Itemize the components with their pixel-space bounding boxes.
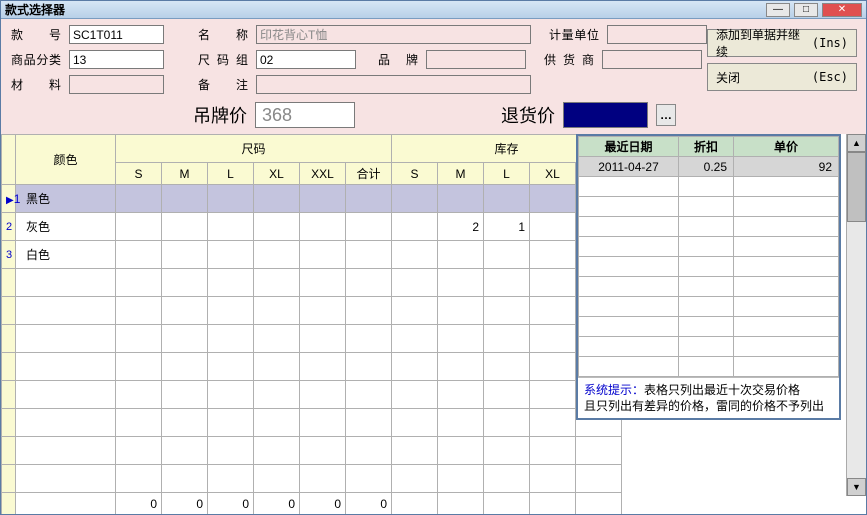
label-unit: 计量单位 <box>549 26 599 43</box>
col-color: 颜色 <box>16 135 116 185</box>
unit-input <box>607 25 707 44</box>
totals-row: 0 0 0 0 0 0 <box>2 493 622 515</box>
close-button[interactable]: 关闭 (Esc) <box>707 63 857 91</box>
col-size: 尺码 <box>116 135 392 163</box>
label-brand: 品 牌 <box>378 51 418 68</box>
tagprice-input: 368 <box>255 102 355 128</box>
close-icon[interactable]: ✕ <box>822 3 862 17</box>
add-button-label: 添加到单据并继续 <box>716 26 812 60</box>
price-history-panel: 最近日期 折扣 单价 2011-04-27 0.25 92 <box>576 134 841 420</box>
label-sizegroup: 尺码组 <box>198 51 248 68</box>
returnprice-input[interactable] <box>563 102 648 128</box>
add-button-shortcut: (Ins) <box>812 36 848 50</box>
scroll-thumb[interactable] <box>847 152 866 222</box>
col-price: 单价 <box>734 137 839 157</box>
label-tagprice: 吊牌价 <box>193 102 247 128</box>
name-input: 印花背心T恤 <box>256 25 531 44</box>
table-row[interactable]: 3 白色 <box>2 241 622 269</box>
col-disc: 折扣 <box>679 137 734 157</box>
sizegroup-input[interactable]: 02 <box>256 50 356 69</box>
label-returnprice: 退货价 <box>501 102 555 128</box>
label-name: 名 称 <box>198 26 248 43</box>
minimize-icon[interactable]: — <box>766 3 790 17</box>
remark-input <box>256 75 531 94</box>
scroll-down-icon[interactable]: ▼ <box>847 478 866 496</box>
label-material: 材 料 <box>11 76 61 93</box>
price-row[interactable]: 2011-04-27 0.25 92 <box>579 157 839 177</box>
brand-input <box>426 50 526 69</box>
category-input[interactable]: 13 <box>69 50 164 69</box>
label-category: 商品分类 <box>11 51 61 68</box>
close-button-shortcut: (Esc) <box>812 70 848 84</box>
code-input[interactable]: SC1T011 <box>69 25 164 44</box>
titlebar: 款式选择器 — □ ✕ <box>1 1 866 19</box>
main-grid[interactable]: 颜色 尺码 库存 S M L XL XXL 合计 S M L XL XXL <box>1 134 576 514</box>
material-input <box>69 75 164 94</box>
label-code: 款 号 <box>11 26 61 43</box>
system-tip: 系统提示：表格只列出最近十次交易价格 且只列出有差异的价格，雷同的价格不予列出 <box>578 377 839 418</box>
returnprice-lookup-button[interactable]: … <box>656 104 676 126</box>
supplier-input <box>602 50 702 69</box>
label-remark: 备 注 <box>198 76 248 93</box>
form-area: 款 号 SC1T011 名 称 印花背心T恤 计量单位 商品分类 13 尺码组 … <box>1 19 866 134</box>
scroll-up-icon[interactable]: ▲ <box>847 134 866 152</box>
add-button[interactable]: 添加到单据并继续 (Ins) <box>707 29 857 57</box>
vertical-scrollbar[interactable]: ▲ ▼ <box>846 134 866 496</box>
close-button-label: 关闭 <box>716 69 740 86</box>
col-date: 最近日期 <box>579 137 679 157</box>
window-title: 款式选择器 <box>5 1 766 18</box>
maximize-icon[interactable]: □ <box>794 3 818 17</box>
row-pointer-icon: ▶ <box>6 195 14 206</box>
table-row[interactable]: ▶1 黑色 <box>2 185 622 213</box>
table-row[interactable]: 2 灰色 2 1 <box>2 213 622 241</box>
label-supplier: 供 货 商 <box>544 51 594 68</box>
